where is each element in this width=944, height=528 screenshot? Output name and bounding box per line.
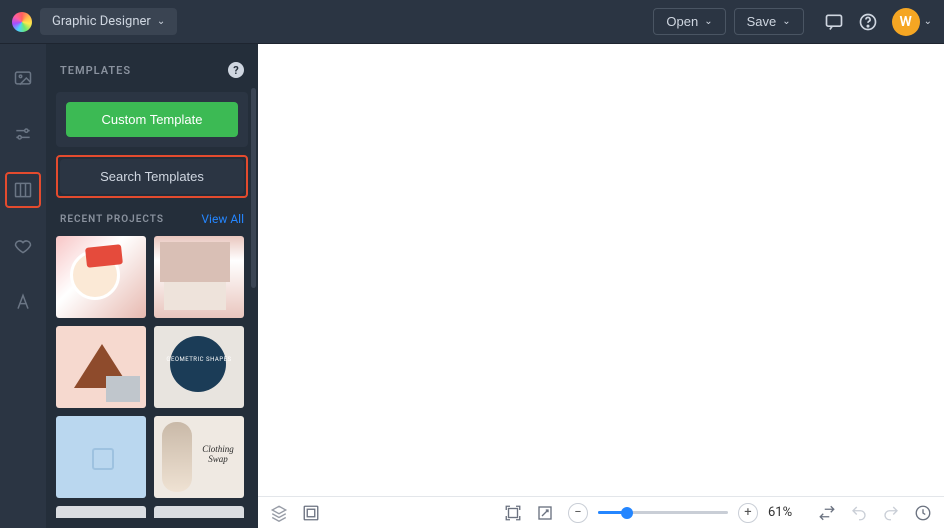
- sidebar-scrollbar[interactable]: [251, 88, 256, 288]
- mode-dropdown[interactable]: Graphic Designer ⌄: [40, 8, 177, 35]
- chevron-down-icon: ⌄: [704, 16, 712, 27]
- recent-project-thumb[interactable]: [56, 236, 146, 318]
- recent-project-thumb[interactable]: [154, 326, 244, 408]
- rail-templates-icon[interactable]: [5, 172, 41, 208]
- left-rail: [0, 44, 46, 528]
- bottom-toolbar: − + 61%: [258, 496, 944, 528]
- rail-text-icon[interactable]: [5, 284, 41, 320]
- custom-template-button[interactable]: Custom Template: [66, 102, 238, 137]
- templates-sidebar: TEMPLATES ? Custom Template Search Templ…: [46, 44, 258, 528]
- recent-projects-label: RECENT PROJECTS: [60, 214, 164, 225]
- rail-favorites-icon[interactable]: [5, 228, 41, 264]
- recent-project-thumb[interactable]: [56, 506, 146, 518]
- recent-project-thumb[interactable]: [154, 416, 244, 498]
- canvas-settings-icon[interactable]: [302, 504, 320, 522]
- chevron-down-icon: ⌄: [157, 16, 165, 27]
- zoom-controls: − + 61%: [568, 503, 804, 523]
- open-button[interactable]: Open ⌄: [653, 8, 725, 35]
- history-icon[interactable]: [914, 504, 932, 522]
- fit-screen-icon[interactable]: [504, 504, 522, 522]
- chevron-down-icon: ⌄: [782, 16, 790, 27]
- mode-label: Graphic Designer: [52, 14, 151, 29]
- sidebar-title: TEMPLATES: [60, 64, 131, 77]
- recent-project-thumb[interactable]: [56, 416, 146, 498]
- avatar-initial: W: [899, 14, 911, 30]
- zoom-percent: 61%: [768, 505, 804, 520]
- recent-projects-grid: [56, 236, 248, 518]
- layers-icon[interactable]: [270, 504, 288, 522]
- app-logo: [12, 12, 32, 32]
- recent-project-thumb[interactable]: [154, 506, 244, 518]
- undo-icon[interactable]: [850, 504, 868, 522]
- save-label: Save: [747, 14, 777, 29]
- zoom-out-button[interactable]: −: [568, 503, 588, 523]
- zoom-slider[interactable]: [598, 506, 728, 520]
- search-templates-highlight: Search Templates: [56, 155, 248, 198]
- sidebar-help-icon[interactable]: ?: [228, 62, 244, 78]
- comments-icon[interactable]: [824, 12, 844, 32]
- redo-icon[interactable]: [882, 504, 900, 522]
- help-icon[interactable]: [858, 12, 878, 32]
- search-templates-button[interactable]: Search Templates: [60, 159, 244, 194]
- avatar: W: [892, 8, 920, 36]
- chevron-down-icon: ⌄: [924, 16, 932, 27]
- zoom-in-button[interactable]: +: [738, 503, 758, 523]
- rail-adjust-icon[interactable]: [5, 116, 41, 152]
- account-menu[interactable]: W ⌄: [892, 8, 932, 36]
- zoom-slider-thumb[interactable]: [621, 507, 633, 519]
- top-header: Graphic Designer ⌄ Open ⌄ Save ⌄ W ⌄: [0, 0, 944, 44]
- rail-image-icon[interactable]: [5, 60, 41, 96]
- canvas[interactable]: [258, 44, 944, 528]
- swap-icon[interactable]: [818, 504, 836, 522]
- custom-template-block: Custom Template: [56, 92, 248, 147]
- open-label: Open: [666, 14, 698, 29]
- expand-icon[interactable]: [536, 504, 554, 522]
- save-button[interactable]: Save ⌄: [734, 8, 804, 35]
- recent-project-thumb[interactable]: [154, 236, 244, 318]
- recent-project-thumb[interactable]: [56, 326, 146, 408]
- view-all-link[interactable]: View All: [201, 212, 244, 226]
